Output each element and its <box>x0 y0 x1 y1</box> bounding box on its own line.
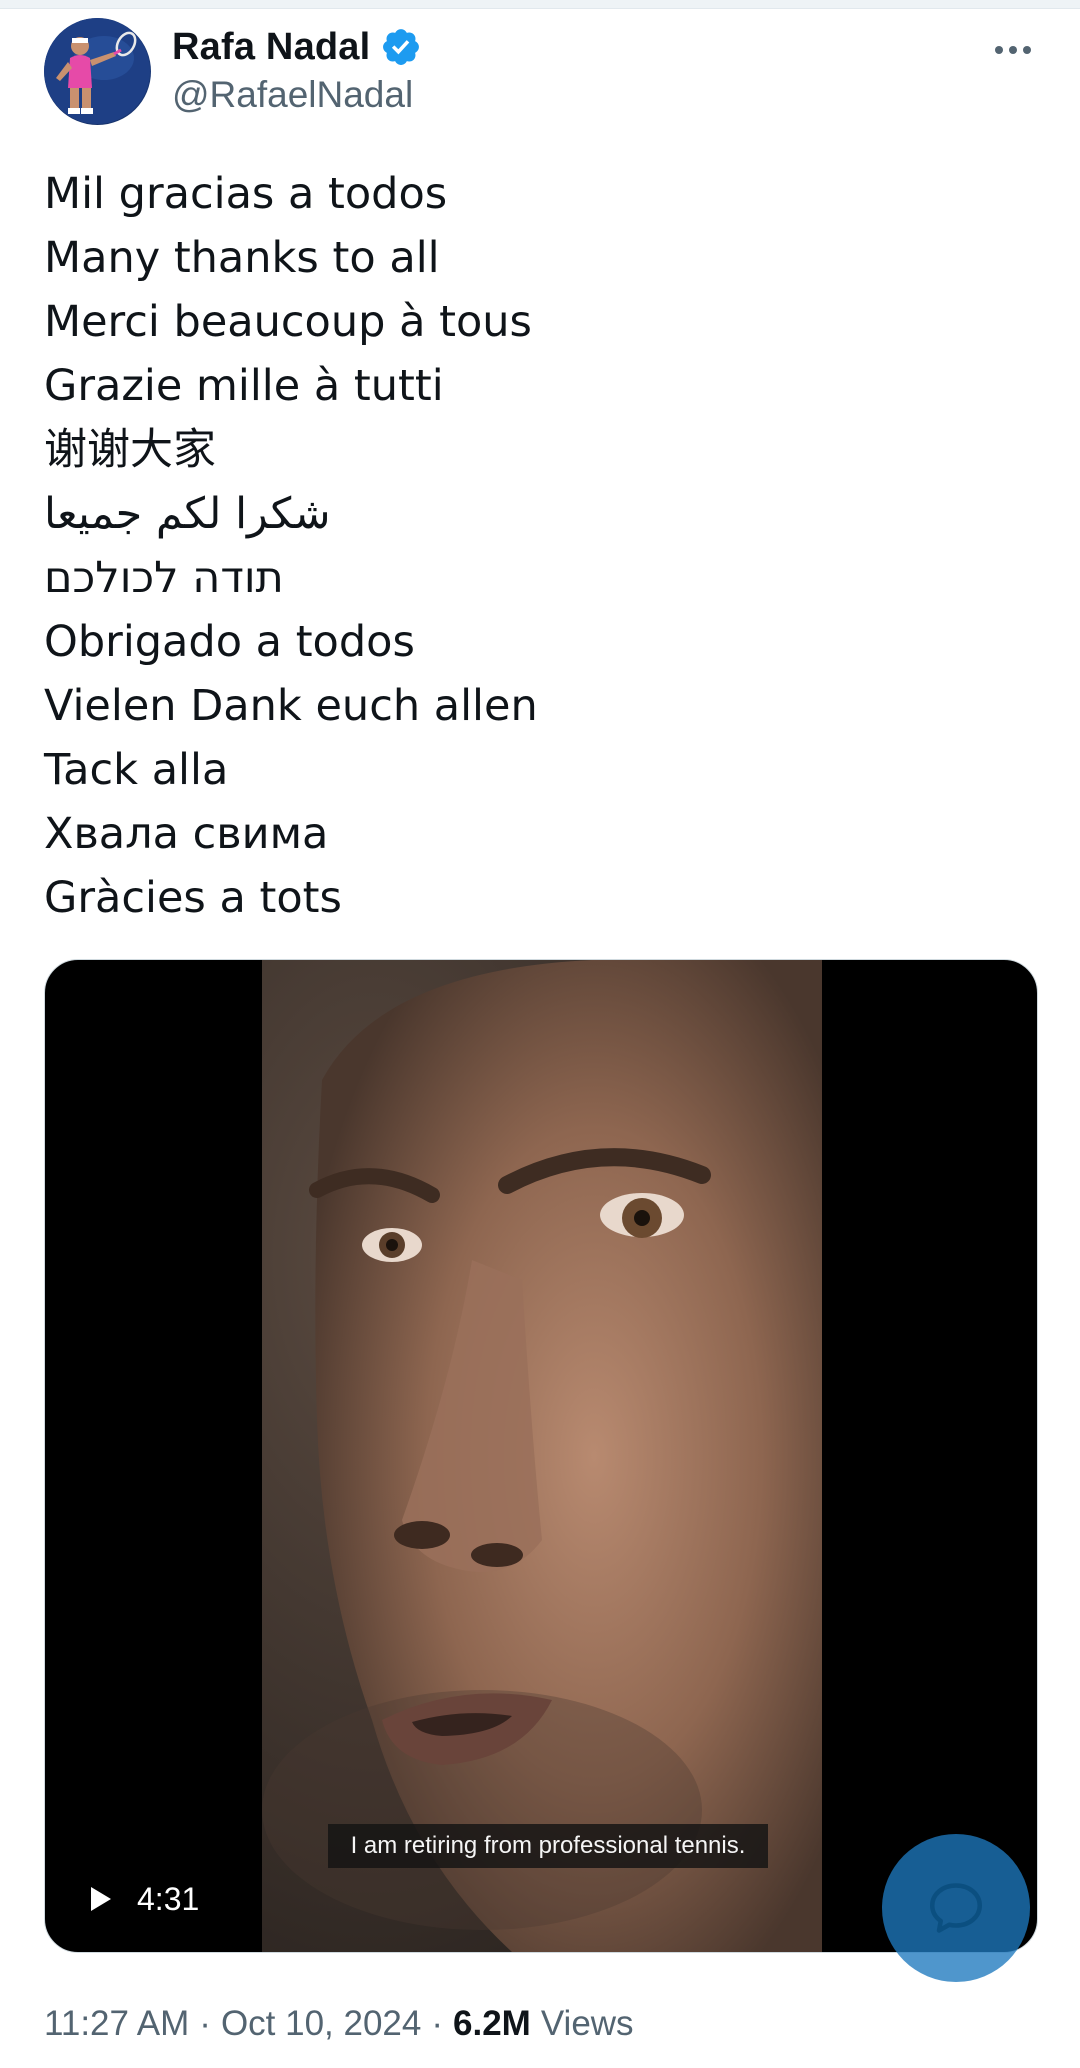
tweet-metadata: 11:27 AM · Oct 10, 2024 · 6.2M Views <box>44 1998 634 2050</box>
avatar[interactable] <box>44 18 151 125</box>
tweet-time[interactable]: 11:27 AM <box>44 2004 189 2044</box>
more-dot-icon <box>1023 46 1031 54</box>
chat-bubble-icon <box>930 1883 982 1933</box>
more-dot-icon <box>1009 46 1017 54</box>
video-controls: 4:31 <box>83 1874 199 1924</box>
avatar-image <box>44 18 150 124</box>
tweet-line: תודה לכולכם <box>44 553 284 603</box>
tweet-line: Merci beaucoup à tous <box>44 297 532 347</box>
more-options-button[interactable] <box>985 30 1041 70</box>
views-count: 6.2M <box>453 2004 531 2043</box>
chat-fab-button[interactable] <box>882 1834 1030 1982</box>
tweet-date[interactable]: Oct 10, 2024 <box>221 2004 421 2044</box>
tweet-line: Mil gracias a todos <box>44 169 448 219</box>
views-label: Views <box>540 2004 634 2043</box>
tweet-line: Tack alla <box>44 745 229 795</box>
tweet-line: Grazie mille à tutti <box>44 361 444 411</box>
tweet-line: Obrigado a todos <box>44 617 415 667</box>
author-handle[interactable]: @RafaelNadal <box>172 74 413 116</box>
video-frame <box>262 960 822 1952</box>
video-still-image <box>262 960 822 1952</box>
tweet-line: شكرا لكم جميعا <box>44 489 331 539</box>
tweet-line: 谢谢大家 <box>44 425 216 475</box>
meta-separator: · <box>431 2004 444 2043</box>
author-display-name[interactable]: Rafa Nadal <box>172 26 370 69</box>
video-player[interactable]: I am retiring from professional tennis. … <box>44 959 1038 1953</box>
tweet-line: Gràcies a tots <box>44 873 342 923</box>
verified-badge-icon <box>380 26 422 68</box>
play-icon[interactable] <box>83 1883 115 1915</box>
video-duration: 4:31 <box>137 1880 200 1917</box>
meta-separator: · <box>199 2004 211 2043</box>
tweet-line: Хвала свима <box>44 809 329 859</box>
tweet-line: Many thanks to all <box>44 233 440 283</box>
video-caption: I am retiring from professional tennis. <box>328 1824 768 1868</box>
tweet: Rafa Nadal @RafaelNadal Mil gracias a to… <box>0 8 1080 2068</box>
tweet-text: Mil gracias a todos Many thanks to all M… <box>44 162 1034 930</box>
tweet-line: Vielen Dank euch allen <box>44 681 538 731</box>
more-dot-icon <box>995 46 1003 54</box>
author-name-row[interactable]: Rafa Nadal <box>172 22 422 72</box>
